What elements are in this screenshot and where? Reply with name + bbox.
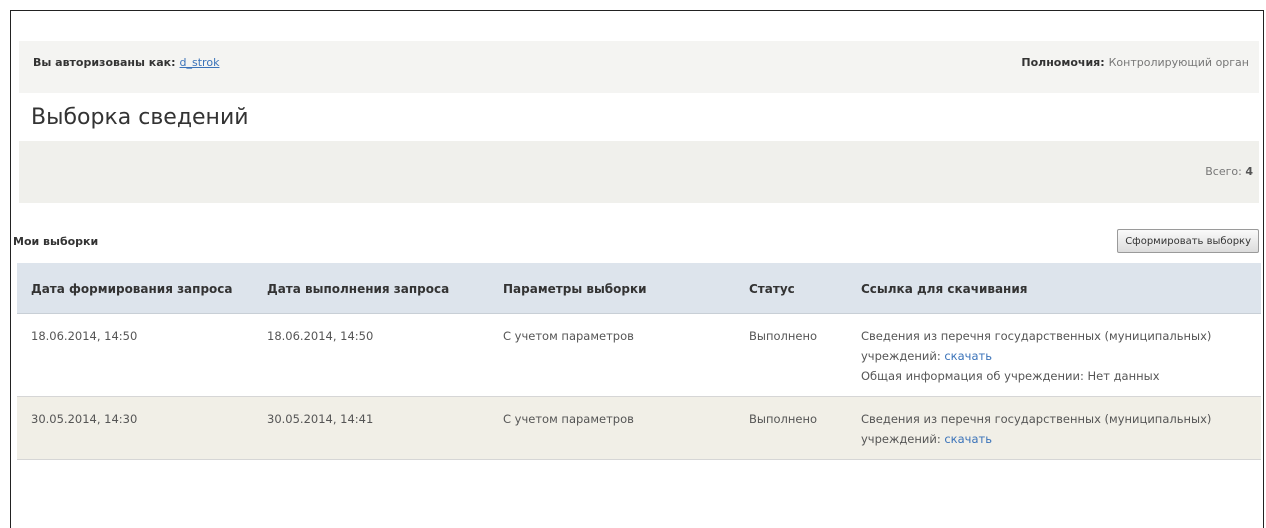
download-link[interactable]: скачать	[944, 349, 992, 363]
column-header-status[interactable]: Статус	[735, 263, 847, 314]
download-link[interactable]: скачать	[944, 432, 992, 446]
auth-info: Вы авторизованы как: d_strok	[33, 56, 219, 69]
download-description: Сведения из перечня государственных (мун…	[861, 412, 1212, 446]
filter-bar: Всего: 4	[19, 141, 1259, 203]
cell-completed: 18.06.2014, 14:50	[253, 313, 489, 397]
column-header-completed[interactable]: Дата выполнения запроса	[253, 263, 489, 314]
permissions-info: Полномочия: Контролирующий орган	[1021, 56, 1249, 69]
total-count: Всего: 4	[1205, 165, 1253, 178]
cell-params: С учетом параметров	[489, 396, 735, 460]
cell-completed: 30.05.2014, 14:41	[253, 396, 489, 460]
column-header-download[interactable]: Ссылка для скачивания	[847, 263, 1261, 314]
table-header-row: Дата формирования запроса Дата выполнени…	[17, 263, 1261, 314]
cell-download: Сведения из перечня государственных (мун…	[847, 396, 1261, 460]
column-header-params[interactable]: Параметры выборки	[489, 263, 735, 314]
page-frame: Вы авторизованы как: d_strok Полномочия: К…	[10, 10, 1264, 528]
table-row: 18.06.2014, 14:50 18.06.2014, 14:50 С уч…	[17, 313, 1261, 397]
cell-status: Выполнено	[735, 313, 847, 397]
cell-created: 30.05.2014, 14:30	[17, 396, 253, 460]
cell-status: Выполнено	[735, 396, 847, 460]
total-value: 4	[1245, 165, 1253, 178]
my-selections-label: Мои выборки	[13, 235, 99, 248]
general-info-text: Общая информация об учреждении: Нет данн…	[861, 369, 1160, 383]
cell-params: С учетом параметров	[489, 313, 735, 397]
user-info-bar: Вы авторизованы как: d_strok Полномочия: К…	[19, 41, 1259, 93]
cell-created: 18.06.2014, 14:50	[17, 313, 253, 397]
download-description: Сведения из перечня государственных (мун…	[861, 329, 1212, 363]
permissions-label: Полномочия:	[1021, 56, 1105, 69]
username-link[interactable]: d_strok	[180, 56, 220, 69]
column-header-created[interactable]: Дата формирования запроса	[17, 263, 253, 314]
total-label: Всего:	[1205, 165, 1242, 178]
cell-download: Сведения из перечня государственных (мун…	[847, 313, 1261, 397]
selections-table: Дата формирования запроса Дата выполнени…	[17, 263, 1261, 460]
page-title: Выборка сведений	[31, 105, 249, 130]
form-selection-button[interactable]: Сформировать выборку	[1117, 229, 1259, 253]
permissions-value: Контролирующий орган	[1108, 56, 1249, 69]
table-row: 30.05.2014, 14:30 30.05.2014, 14:41 С уч…	[17, 396, 1261, 460]
auth-label: Вы авторизованы как:	[33, 56, 176, 69]
